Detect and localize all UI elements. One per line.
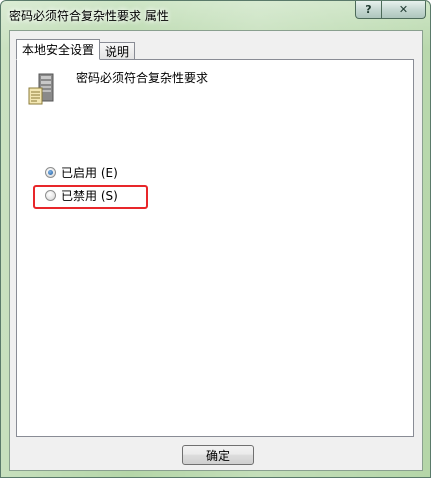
- enabled-radio[interactable]: [45, 166, 56, 178]
- tab-strip: 本地安全设置 说明: [16, 38, 136, 60]
- enabled-label: 已启用 (E): [61, 165, 118, 180]
- dialog-body: 本地安全设置 说明 密码必须符合复杂性要求 已启用 (E) 已禁用 (S) 确定: [9, 30, 423, 471]
- close-button[interactable]: ✕: [382, 1, 426, 19]
- close-icon: ✕: [398, 3, 409, 16]
- window-title: 密码必须符合复杂性要求 属性: [9, 9, 169, 23]
- tab-local-security-setting[interactable]: 本地安全设置: [16, 39, 101, 60]
- help-icon: ?: [365, 3, 372, 16]
- help-button[interactable]: ?: [355, 1, 382, 19]
- server-policy-icon: [28, 73, 54, 105]
- highlight-annotation: [33, 185, 148, 209]
- caption-buttons: ? ✕: [355, 1, 426, 19]
- title-bar[interactable]: 密码必须符合复杂性要求 属性 ? ✕: [1, 1, 430, 27]
- enabled-option[interactable]: 已启用 (E): [45, 164, 118, 180]
- ok-button[interactable]: 确定: [182, 445, 254, 465]
- tab-explain[interactable]: 说明: [99, 42, 136, 60]
- tab-panel: 密码必须符合复杂性要求 已启用 (E) 已禁用 (S): [16, 59, 414, 437]
- policy-name: 密码必须符合复杂性要求: [76, 71, 209, 85]
- properties-dialog: 密码必须符合复杂性要求 属性 ? ✕ 本地安全设置 说明 密码必须符合复杂性要求…: [0, 0, 431, 478]
